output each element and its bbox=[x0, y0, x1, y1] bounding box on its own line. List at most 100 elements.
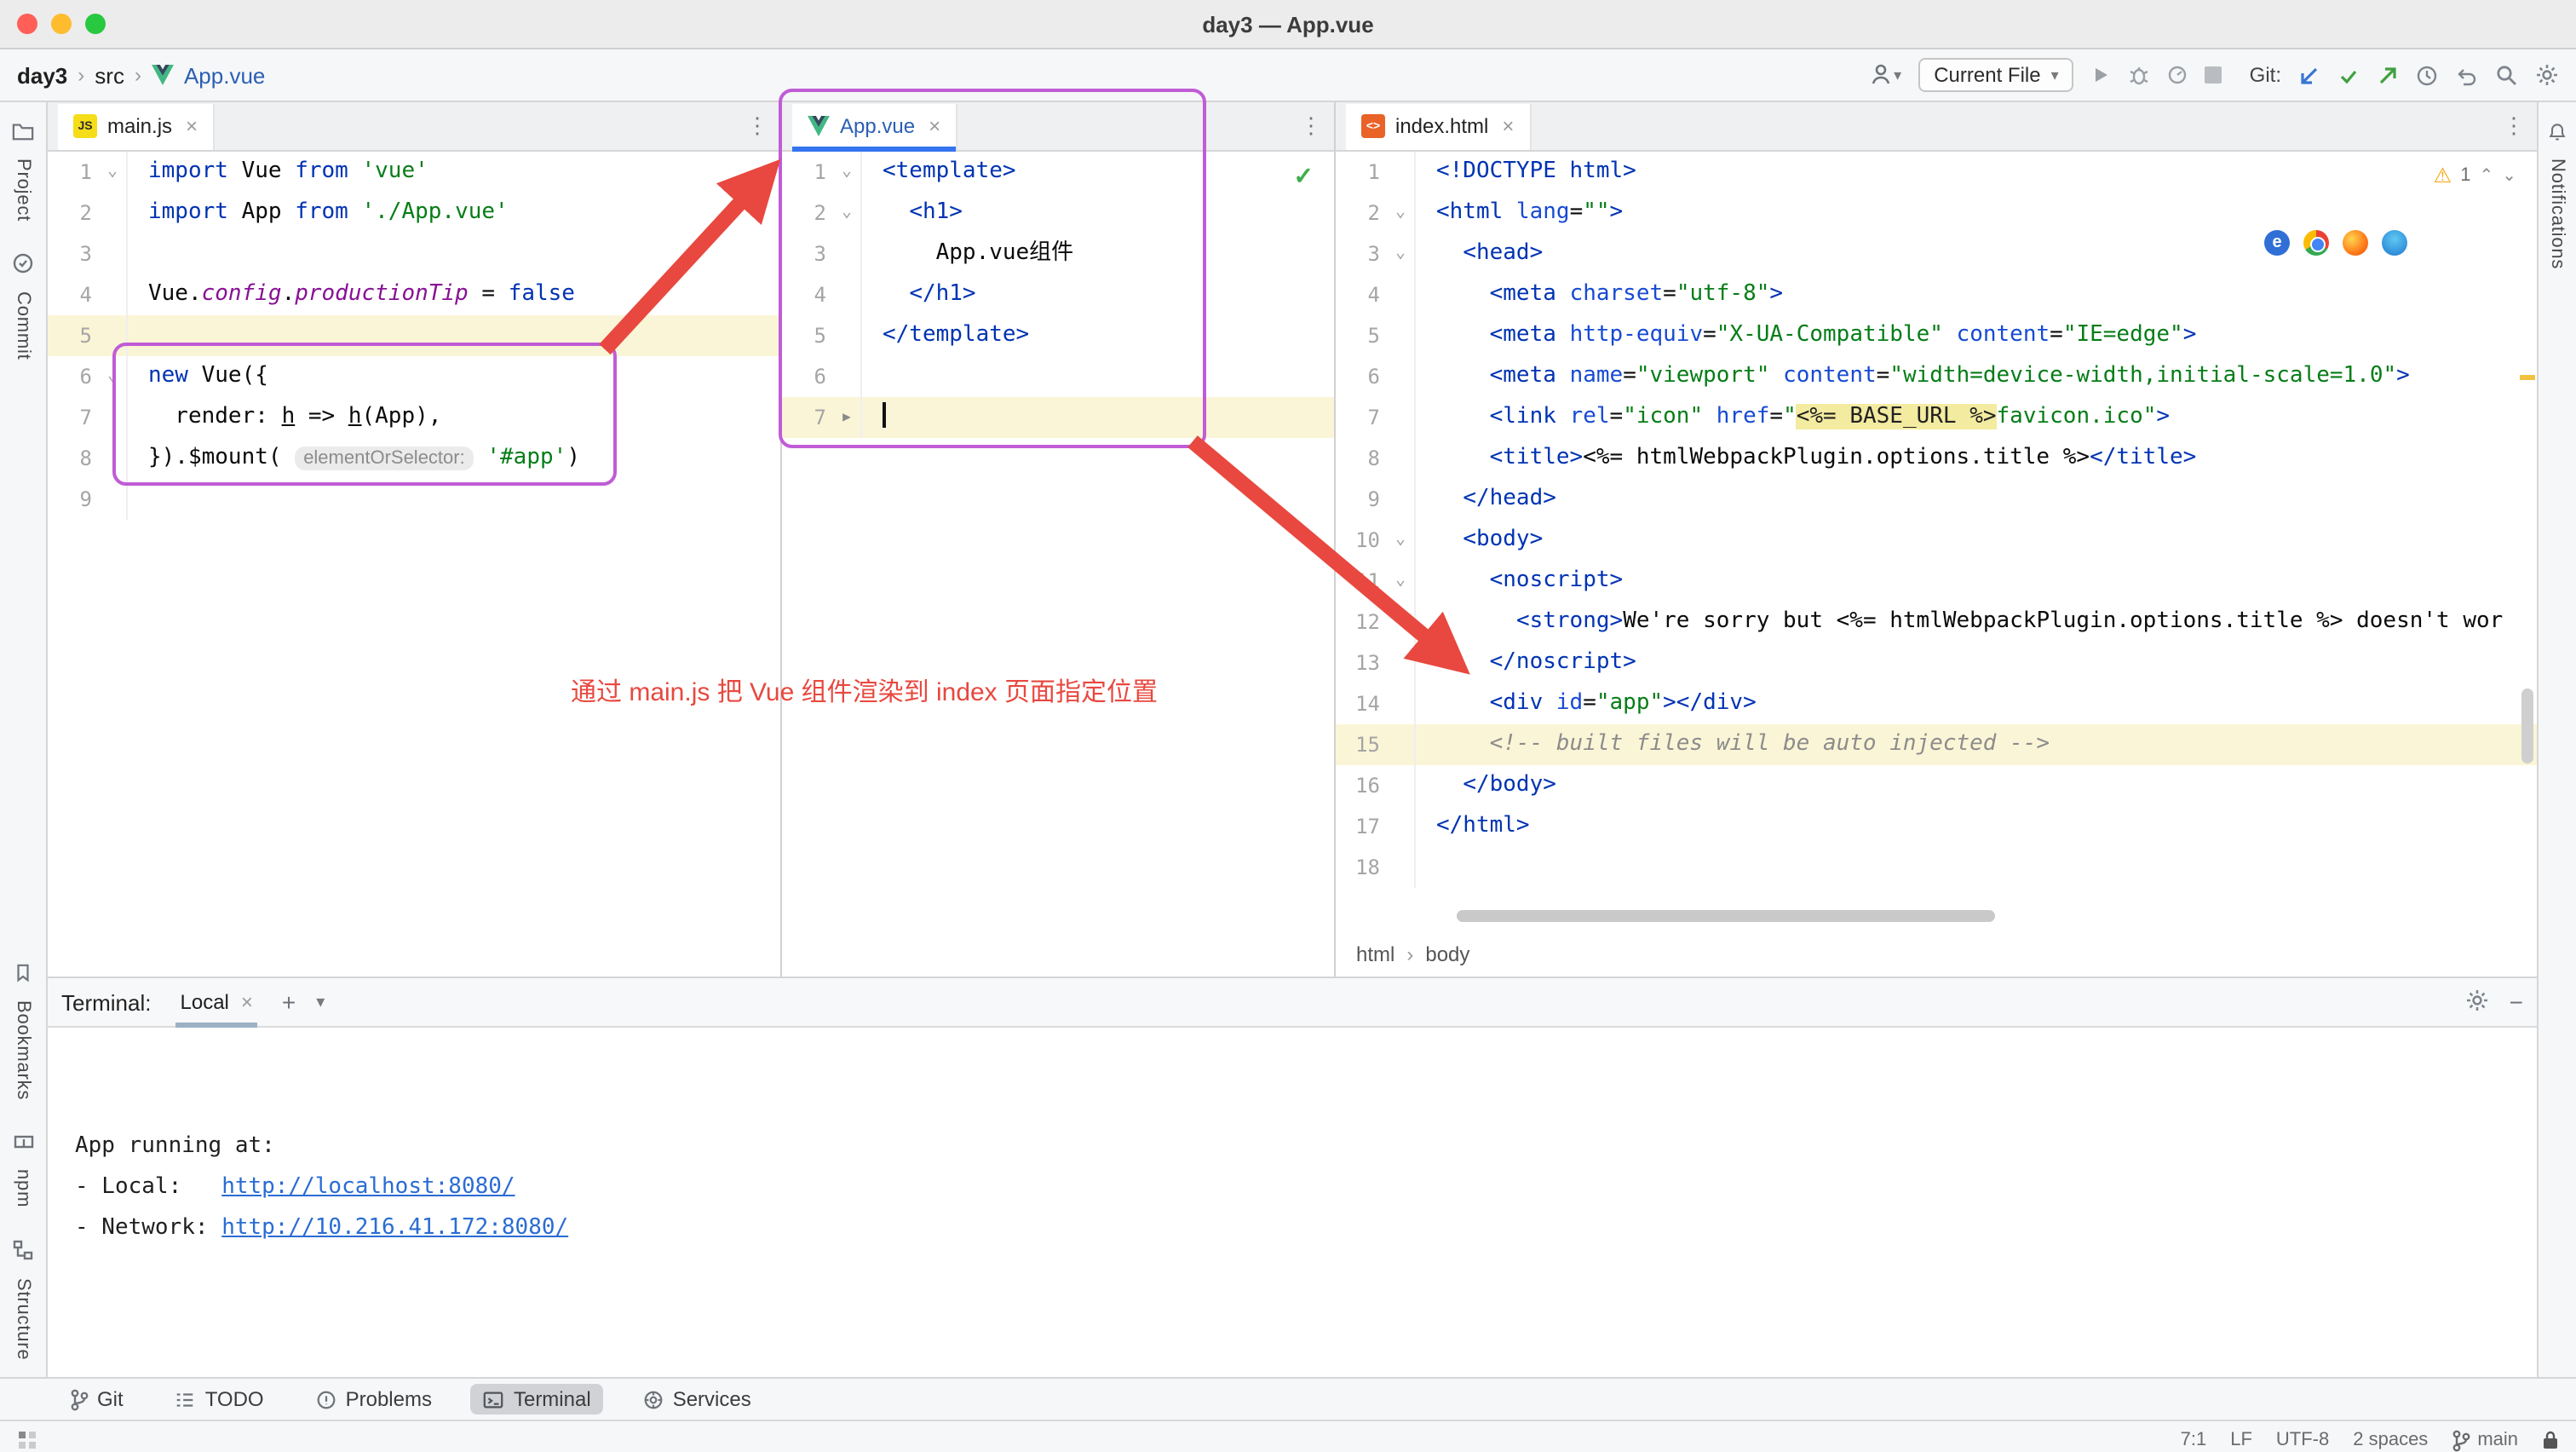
fold-marker[interactable] bbox=[833, 233, 860, 274]
breadcrumb-html[interactable]: html bbox=[1356, 942, 1394, 966]
fold-marker[interactable]: ⌄ bbox=[833, 193, 860, 233]
tab-indexhtml[interactable]: <> index.html × bbox=[1346, 103, 1531, 149]
close-icon[interactable]: × bbox=[1502, 114, 1514, 138]
chevron-down-icon[interactable]: ▾ bbox=[316, 993, 325, 1011]
line-separator[interactable]: LF bbox=[2230, 1430, 2252, 1450]
safari-browser-icon[interactable] bbox=[2382, 230, 2407, 256]
code-line[interactable]: 7▶ bbox=[782, 397, 1334, 438]
fold-marker[interactable]: ⌄ bbox=[99, 152, 126, 193]
fold-marker[interactable] bbox=[99, 397, 126, 438]
tab-mainjs[interactable]: JS main.js × bbox=[58, 103, 215, 149]
more-options-icon[interactable]: ⋮ bbox=[1300, 112, 1322, 140]
prev-problem-icon[interactable]: ⌃ bbox=[2479, 166, 2493, 185]
fold-marker[interactable] bbox=[1387, 724, 1414, 765]
line-number[interactable]: 4 bbox=[1336, 274, 1387, 315]
git-branch-widget[interactable]: main bbox=[2452, 1429, 2518, 1451]
sidebar-item-bookmarks[interactable]: Bookmarks bbox=[13, 960, 33, 1099]
line-number[interactable]: 8 bbox=[1336, 438, 1387, 479]
fold-marker[interactable] bbox=[1387, 847, 1414, 888]
code-line[interactable]: 1⌄import Vue from 'vue' bbox=[48, 152, 780, 193]
code-line[interactable]: 18 bbox=[1336, 847, 2537, 888]
fold-marker[interactable] bbox=[1387, 642, 1414, 683]
code-line[interactable]: 6⌄new Vue({ bbox=[48, 356, 780, 397]
code-editor-indexhtml[interactable]: 1<!DOCTYPE html>2⌄<html lang="">3⌄ <head… bbox=[1336, 152, 2537, 888]
fold-marker[interactable] bbox=[99, 315, 126, 356]
code-line[interactable]: 9 </head> bbox=[1336, 479, 2537, 520]
line-number[interactable]: 18 bbox=[1336, 847, 1387, 888]
write-lock-icon[interactable] bbox=[2542, 1430, 2559, 1450]
toolwindow-problems-button[interactable]: Problems bbox=[303, 1384, 444, 1415]
line-number[interactable]: 1 bbox=[1336, 152, 1387, 193]
line-number[interactable]: 5 bbox=[782, 315, 833, 356]
terminal-settings-gear-icon[interactable] bbox=[2465, 988, 2489, 1017]
line-number[interactable]: 11 bbox=[1336, 561, 1387, 602]
fold-marker[interactable]: ⌄ bbox=[99, 356, 126, 397]
git-commit-icon[interactable] bbox=[2337, 64, 2360, 86]
code-line[interactable]: 12 <strong>We're sorry but <%= htmlWebpa… bbox=[1336, 602, 2537, 642]
sidebar-item-project[interactable]: Project bbox=[12, 119, 34, 222]
git-push-icon[interactable] bbox=[2377, 64, 2399, 86]
tool-window-layout-icon[interactable] bbox=[17, 1430, 37, 1450]
line-number[interactable]: 9 bbox=[48, 479, 99, 520]
line-number[interactable]: 5 bbox=[1336, 315, 1387, 356]
fold-marker[interactable] bbox=[99, 233, 126, 274]
line-number[interactable]: 2 bbox=[782, 193, 833, 233]
fold-marker[interactable] bbox=[1387, 356, 1414, 397]
more-options-icon[interactable]: ⋮ bbox=[746, 112, 768, 140]
code-line[interactable]: 4 </h1> bbox=[782, 274, 1334, 315]
terminal-link[interactable]: http://localhost:8080/ bbox=[221, 1174, 515, 1200]
line-number[interactable]: 3 bbox=[782, 233, 833, 274]
horizontal-scrollbar[interactable] bbox=[1457, 910, 1995, 922]
fold-marker[interactable]: ⌄ bbox=[1387, 561, 1414, 602]
ie-browser-icon[interactable]: e bbox=[2264, 230, 2290, 256]
line-number[interactable]: 4 bbox=[48, 274, 99, 315]
line-number[interactable]: 9 bbox=[1336, 479, 1387, 520]
code-line[interactable]: 16 </body> bbox=[1336, 765, 2537, 806]
hide-terminal-icon[interactable]: − bbox=[2510, 988, 2523, 1016]
line-number[interactable]: 14 bbox=[1336, 683, 1387, 724]
line-number[interactable]: 10 bbox=[1336, 520, 1387, 561]
fold-marker[interactable] bbox=[833, 356, 860, 397]
fold-marker[interactable] bbox=[99, 438, 126, 479]
fold-marker[interactable]: ⌄ bbox=[1387, 233, 1414, 274]
code-line[interactable]: 7 <link rel="icon" href="<%= BASE_URL %>… bbox=[1336, 397, 2537, 438]
breadcrumb-src[interactable]: src bbox=[95, 62, 124, 88]
line-number[interactable]: 2 bbox=[1336, 193, 1387, 233]
warning-stripe-mark[interactable] bbox=[2520, 375, 2535, 380]
line-number[interactable]: 1 bbox=[782, 152, 833, 193]
code-line[interactable]: 4 <meta charset="utf-8"> bbox=[1336, 274, 2537, 315]
vertical-scrollbar[interactable] bbox=[2521, 689, 2533, 763]
toolwindow-services-button[interactable]: Services bbox=[630, 1384, 763, 1415]
tab-appvue[interactable]: App.vue × bbox=[792, 103, 957, 149]
next-problem-icon[interactable]: ⌄ bbox=[2502, 166, 2516, 185]
fold-marker[interactable] bbox=[833, 315, 860, 356]
run-marker-icon[interactable]: ▶ bbox=[833, 397, 860, 438]
new-terminal-icon[interactable]: + bbox=[282, 988, 296, 1016]
code-line[interactable]: 11⌄ <noscript> bbox=[1336, 561, 2537, 602]
line-number[interactable]: 3 bbox=[1336, 233, 1387, 274]
fold-marker[interactable] bbox=[99, 479, 126, 520]
breadcrumb-project[interactable]: day3 bbox=[17, 62, 67, 88]
stop-button[interactable] bbox=[2205, 66, 2222, 84]
history-icon[interactable] bbox=[2416, 64, 2438, 86]
code-editor-appvue[interactable]: 1⌄<template>2⌄ <h1>3 App.vue组件4 </h1>5</… bbox=[782, 152, 1334, 438]
fold-marker[interactable] bbox=[1387, 152, 1414, 193]
fold-marker[interactable]: ⌄ bbox=[1387, 520, 1414, 561]
code-line[interactable]: 5</template> bbox=[782, 315, 1334, 356]
line-number[interactable]: 5 bbox=[48, 315, 99, 356]
search-icon[interactable] bbox=[2494, 63, 2518, 87]
file-encoding[interactable]: UTF-8 bbox=[2276, 1430, 2329, 1450]
fold-marker[interactable] bbox=[1387, 479, 1414, 520]
code-line[interactable]: 2⌄ <h1> bbox=[782, 193, 1334, 233]
line-number[interactable]: 7 bbox=[48, 397, 99, 438]
line-number[interactable]: 6 bbox=[782, 356, 833, 397]
breadcrumb-body[interactable]: body bbox=[1425, 942, 1469, 966]
fold-marker[interactable] bbox=[833, 274, 860, 315]
line-number[interactable]: 15 bbox=[1336, 724, 1387, 765]
code-editor-mainjs[interactable]: 1⌄import Vue from 'vue'2import App from … bbox=[48, 152, 780, 977]
close-icon[interactable]: × bbox=[241, 990, 253, 1014]
toolwindow-git-button[interactable]: Git bbox=[58, 1384, 135, 1415]
indent-setting[interactable]: 2 spaces bbox=[2353, 1430, 2428, 1450]
fold-marker[interactable] bbox=[99, 274, 126, 315]
line-number[interactable]: 4 bbox=[782, 274, 833, 315]
